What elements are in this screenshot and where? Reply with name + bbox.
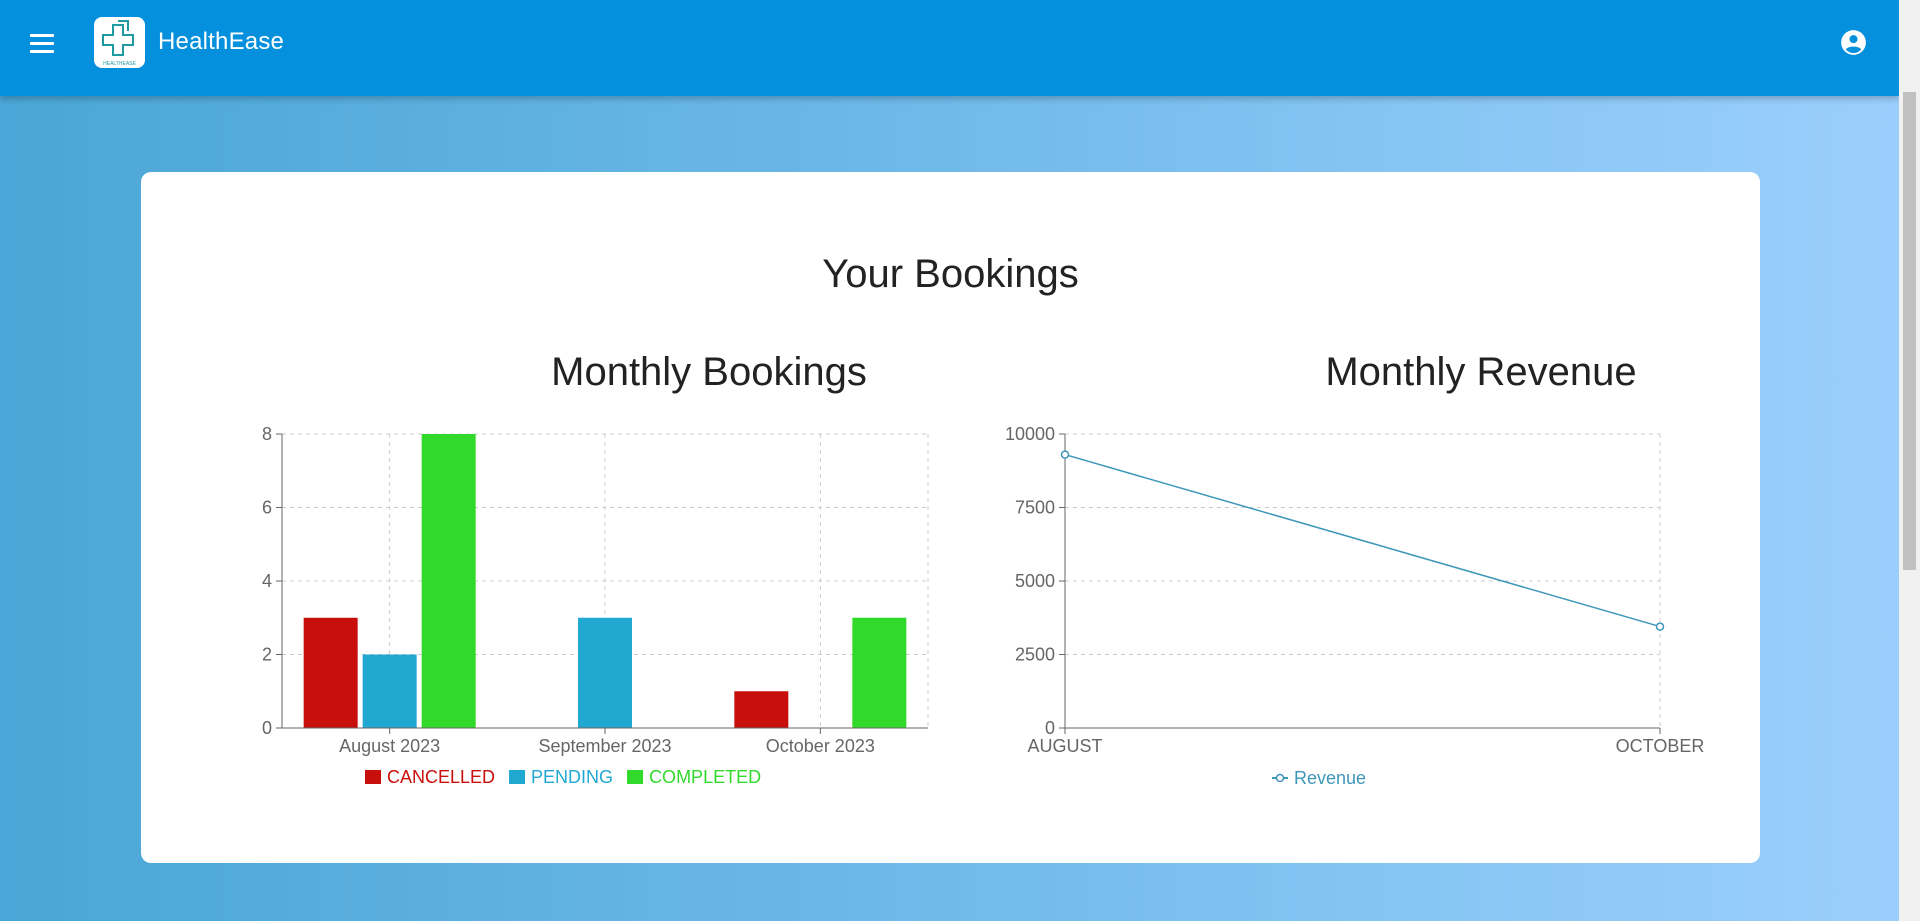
y-tick-label: 0 [1045, 718, 1055, 738]
x-tick-label: August 2023 [339, 736, 440, 756]
monthly-revenue-chart: 0 2500 5000 7500 10000 AUGUST OCTOBER Revenue [1005, 424, 1705, 788]
bar-cancelled [303, 617, 358, 728]
legend-marker-revenue [1275, 773, 1285, 783]
scrollbar[interactable] [1899, 0, 1920, 921]
revenue-chart-title: Monthly Revenue [1325, 350, 1637, 394]
legend-swatch-completed [627, 770, 644, 784]
scrollbar-thumb[interactable] [1903, 92, 1916, 570]
app-bar: HEALTHEASE HealthEase [0, 0, 1899, 96]
x-tick-label: September 2023 [538, 736, 671, 756]
y-tick-label: 6 [262, 498, 272, 518]
monthly-bookings-chart: 0 2 4 6 8 August 2023 September 2023 October 20… [262, 424, 929, 787]
account-circle-icon[interactable] [1840, 29, 1867, 56]
legend-swatch-cancelled [365, 770, 381, 784]
logo-text: HEALTHEASE [103, 61, 136, 67]
x-tick-label: October 2023 [766, 736, 875, 756]
y-tick-label: 0 [262, 718, 272, 738]
revenue-point [1060, 450, 1070, 459]
bar-cancelled [734, 691, 789, 728]
legend-label-cancelled: CANCELLED [387, 767, 495, 787]
bar-completed [421, 434, 476, 728]
menu-icon[interactable] [30, 30, 60, 56]
bar-pending [362, 654, 417, 728]
revenue-point [1655, 622, 1665, 631]
x-tick-label: OCTOBER [1616, 736, 1705, 756]
legend-swatch-pending [509, 770, 526, 784]
revenue-line [1064, 453, 1661, 628]
app-title[interactable]: HealthEase [158, 28, 284, 56]
y-tick-label: 10000 [1005, 424, 1055, 444]
page-title: Your Bookings [822, 252, 1079, 296]
bar-pending [578, 617, 632, 728]
y-tick-label: 4 [262, 571, 272, 591]
y-tick-label: 7500 [1015, 498, 1055, 518]
legend-label-pending: PENDING [531, 767, 613, 787]
legend-label-revenue: Revenue [1294, 768, 1366, 788]
app-logo[interactable]: HEALTHEASE [94, 17, 145, 68]
legend-label-completed: COMPLETED [649, 767, 761, 787]
x-tick-label: AUGUST [1027, 736, 1102, 756]
bookings-chart-title: Monthly Bookings [551, 350, 867, 394]
y-tick-label: 8 [262, 424, 272, 444]
bar-completed [852, 617, 907, 728]
medical-cross-logo-icon: HEALTHEASE [102, 20, 137, 67]
y-tick-label: 2 [262, 645, 272, 665]
y-tick-label: 2500 [1015, 645, 1055, 665]
y-tick-label: 5000 [1015, 571, 1055, 591]
